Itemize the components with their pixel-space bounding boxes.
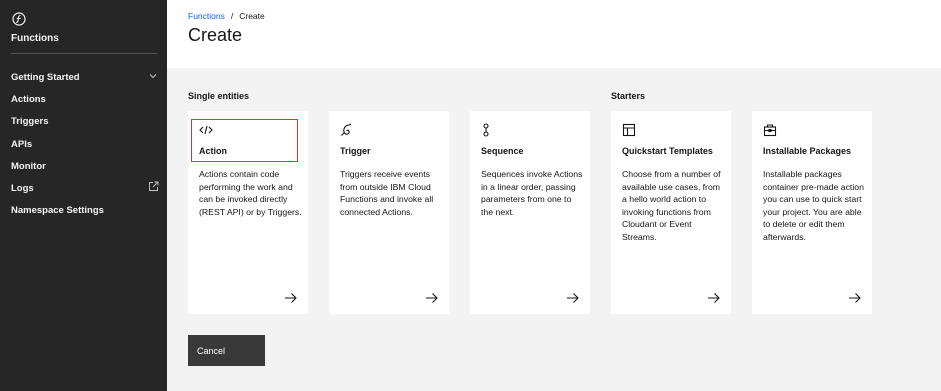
- template-icon: [622, 123, 636, 137]
- trigger-icon: [341, 123, 352, 136]
- card-title: Quickstart Templates: [622, 146, 713, 156]
- sidebar-item-apis[interactable]: APIs: [0, 133, 167, 155]
- card-title: Sequence: [481, 146, 524, 156]
- package-icon: [763, 124, 777, 137]
- card-description: Triggers receive events from outside IBM…: [340, 169, 434, 217]
- sidebar-item-namespace-settings[interactable]: Namespace Settings: [0, 200, 167, 222]
- card-title: Trigger: [340, 146, 371, 156]
- card-title: Action: [199, 146, 227, 156]
- sidebar-item-label: Namespace Settings: [11, 205, 104, 217]
- arrow-right-icon: [285, 293, 297, 303]
- sidebar-item-label: Monitor: [11, 160, 46, 172]
- arrow-right-icon: [708, 293, 720, 303]
- sidebar-item-monitor[interactable]: Monitor: [0, 155, 167, 177]
- sidebar-item-actions[interactable]: Actions: [0, 88, 167, 110]
- page-title: Create: [188, 25, 243, 45]
- card-trigger[interactable]: Trigger Triggers receive events from out…: [329, 111, 449, 314]
- sequence-icon: [483, 123, 489, 137]
- breadcrumb-current: Create: [239, 11, 265, 21]
- section-label-starters: Starters: [611, 91, 646, 101]
- arrow-right-icon: [849, 293, 861, 303]
- sidebar: Functions Getting Started Actions Trigge…: [0, 0, 167, 391]
- sidebar-nav: Getting Started Actions Triggers APIs Mo…: [0, 66, 167, 222]
- card-description: Actions contain code performing the work…: [199, 169, 302, 217]
- code-icon: [199, 125, 213, 135]
- arrow-right-icon: [567, 293, 579, 303]
- card-description: Installable packages container pre-made …: [763, 169, 864, 242]
- card-installable-packages[interactable]: Installable Packages Installable package…: [752, 111, 872, 314]
- card-title: Installable Packages: [763, 146, 852, 156]
- card-sequence[interactable]: Sequence Sequences invoke Actions in a l…: [470, 111, 590, 314]
- breadcrumb: Functions / Create: [188, 11, 265, 21]
- sidebar-divider: [11, 53, 157, 54]
- sidebar-item-triggers[interactable]: Triggers: [0, 111, 167, 133]
- breadcrumb-separator: /: [230, 11, 234, 21]
- external-link-icon: [149, 182, 159, 192]
- app-title: Functions: [11, 33, 59, 44]
- card-description: Sequences invoke Actions in a linear ord…: [481, 169, 583, 217]
- sidebar-item-getting-started[interactable]: Getting Started: [0, 66, 167, 88]
- arrow-right-icon: [426, 293, 438, 303]
- cancel-button[interactable]: Cancel: [188, 335, 265, 366]
- functions-logo-icon: [12, 12, 26, 26]
- chevron-down-icon: [149, 74, 157, 79]
- sidebar-item-label: Logs: [11, 183, 34, 195]
- section-label-single-entities: Single entities: [188, 91, 250, 101]
- card-description: Choose from a number of available use ca…: [622, 169, 721, 242]
- sidebar-item-label: Actions: [11, 93, 46, 105]
- card-quickstart-templates[interactable]: Quickstart Templates Choose from a numbe…: [611, 111, 731, 314]
- sidebar-item-label: Triggers: [11, 116, 49, 128]
- card-action[interactable]: Action Actions contain code performing t…: [188, 111, 308, 314]
- sidebar-item-label: Getting Started: [11, 71, 80, 83]
- sidebar-item-logs[interactable]: Logs: [0, 177, 167, 199]
- breadcrumb-link-functions[interactable]: Functions: [188, 11, 225, 21]
- sidebar-item-label: APIs: [11, 138, 33, 150]
- page-header: Functions / Create Create: [167, 0, 941, 68]
